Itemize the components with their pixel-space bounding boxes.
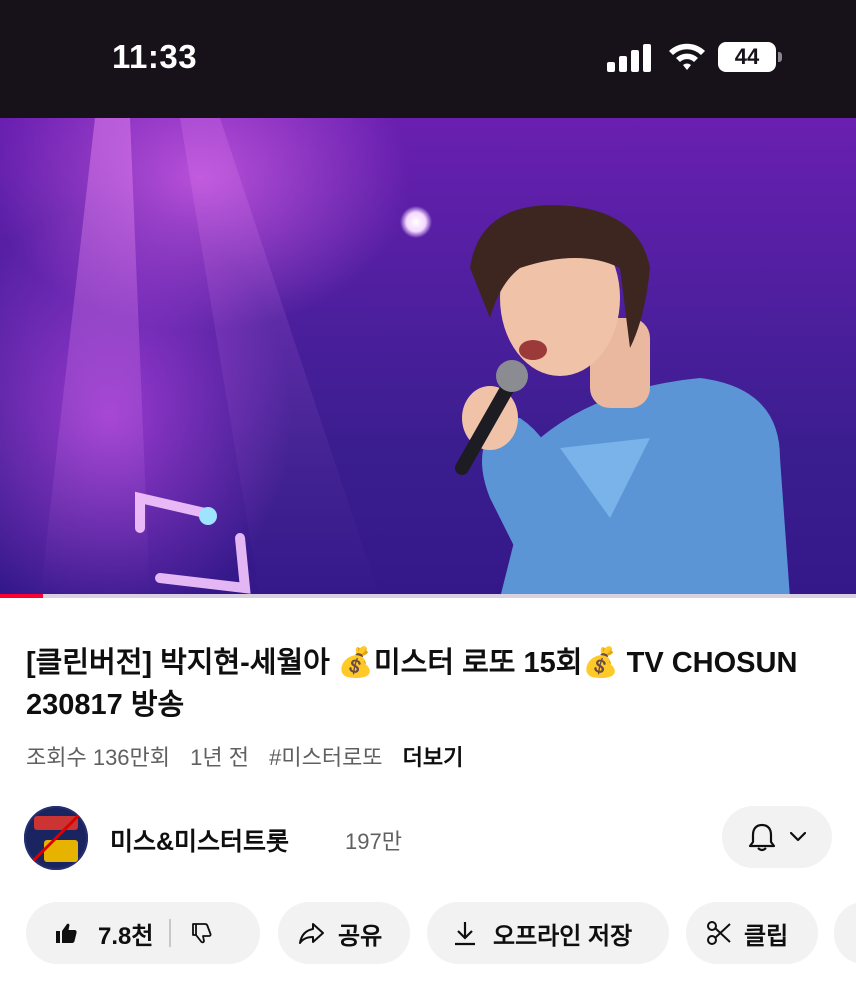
more-button[interactable]: 더보기 — [403, 745, 464, 770]
clip-button[interactable]: 클립 — [686, 902, 818, 964]
signal-icon — [607, 44, 651, 72]
more-actions-button[interactable] — [834, 902, 856, 964]
video-title[interactable]: [클린버전] 박지현-세월아 💰미스터 로또 15회💰 TV CHOSUN 23… — [26, 642, 826, 726]
video-info-panel: [클린버전] 박지현-세월아 💰미스터 로또 15회💰 TV CHOSUN 23… — [0, 598, 856, 982]
battery-tip — [778, 52, 782, 62]
status-bar: 11:33 44 — [0, 0, 856, 118]
view-count: 조회수 136만회 — [26, 745, 171, 770]
offline-save-label: 오프라인 저장 — [493, 922, 633, 950]
channel-name[interactable]: 미스&미스터트롯 — [110, 822, 289, 858]
share-icon — [299, 923, 324, 944]
thumbs-down-icon[interactable] — [189, 921, 213, 945]
battery-level: 44 — [718, 42, 776, 72]
video-meta[interactable]: 조회수 136만회 1년 전 #미스터로또 더보기 — [26, 740, 477, 772]
channel-avatar-image — [24, 806, 88, 870]
subscriber-count: 197만 — [345, 829, 402, 854]
share-label: 공유 — [338, 922, 383, 950]
scissors-icon — [707, 921, 731, 945]
like-dislike-group: 7.8천 — [26, 902, 260, 964]
status-time: 11:33 — [112, 38, 198, 75]
like-count[interactable]: 7.8천 — [98, 916, 153, 951]
video-player[interactable] — [0, 118, 856, 598]
notification-settings-button[interactable] — [722, 806, 832, 868]
offline-save-button[interactable]: 오프라인 저장 — [427, 902, 669, 964]
download-icon — [455, 922, 475, 946]
bell-icon — [748, 823, 776, 852]
like-divider — [169, 919, 172, 947]
upload-age: 1년 전 — [190, 745, 249, 770]
channel-avatar[interactable] — [24, 806, 88, 870]
battery-icon: 44 — [718, 42, 782, 72]
hashtag-link[interactable]: #미스터로또 — [269, 745, 382, 770]
thumbs-up-icon[interactable] — [54, 921, 78, 945]
video-frame — [40, 118, 790, 598]
chevron-down-icon — [790, 832, 806, 842]
clip-label: 클립 — [744, 922, 789, 950]
wifi-icon — [669, 43, 705, 70]
share-button[interactable]: 공유 — [278, 902, 410, 964]
